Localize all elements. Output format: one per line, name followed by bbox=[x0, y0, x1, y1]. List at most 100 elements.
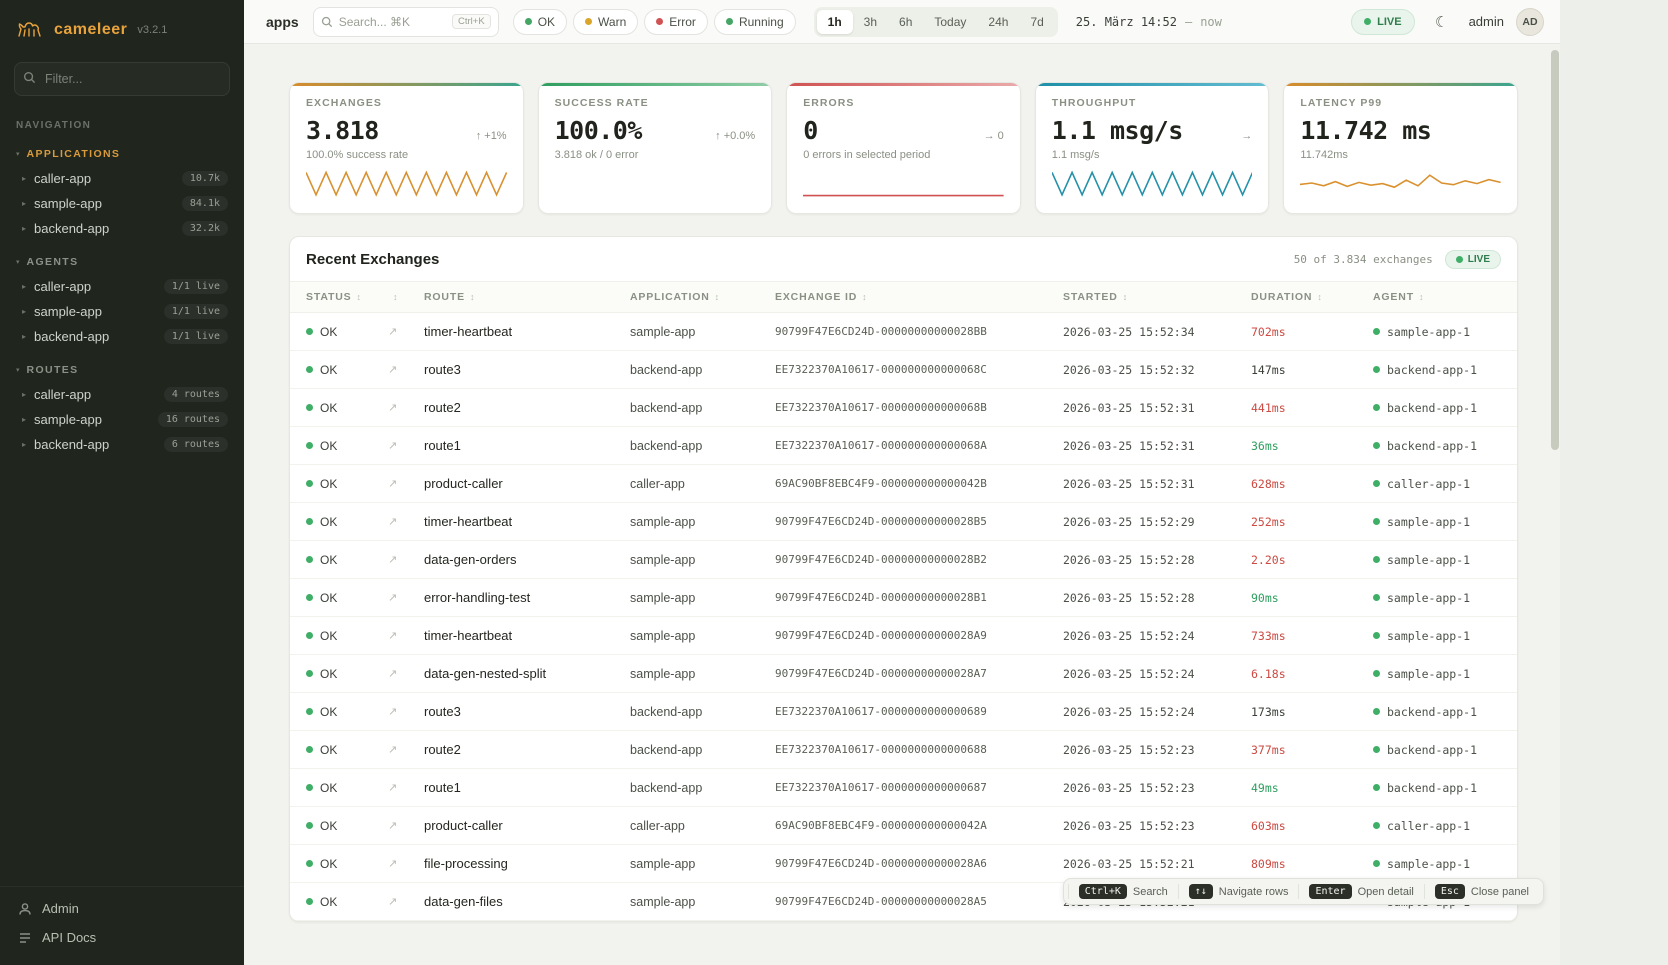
card-value: 3.818 bbox=[306, 116, 379, 145]
status-dot-icon bbox=[525, 18, 532, 25]
table-row[interactable]: OK ↗ product-caller caller-app 69AC90BF8… bbox=[290, 465, 1517, 503]
agent-live-dot-icon bbox=[1373, 518, 1380, 525]
sidebar-item[interactable]: ▸ backend-app 32.2k bbox=[8, 216, 236, 241]
sidebar-item-api-docs[interactable]: API Docs bbox=[18, 930, 226, 945]
time-range-button[interactable]: 3h bbox=[853, 10, 888, 34]
exchange-id-cell: 90799F47E6CD24D-00000000000028B5 bbox=[775, 515, 1063, 528]
chevron-right-icon: ▸ bbox=[22, 307, 26, 316]
table-row[interactable]: OK ↗ route3 backend-app EE7322370A10617-… bbox=[290, 693, 1517, 731]
status-filter-chip[interactable]: Error bbox=[644, 9, 708, 35]
avatar[interactable]: AD bbox=[1516, 8, 1544, 36]
table-row[interactable]: OK ↗ error-handling-test sample-app 9079… bbox=[290, 579, 1517, 617]
time-range-display[interactable]: 25. März 14:52 — now bbox=[1076, 15, 1222, 29]
table-row[interactable]: OK ↗ timer-heartbeat sample-app 90799F47… bbox=[290, 313, 1517, 351]
table-row[interactable]: OK ↗ route3 backend-app EE7322370A10617-… bbox=[290, 351, 1517, 389]
agent-live-dot-icon bbox=[1373, 670, 1380, 677]
status-label: OK bbox=[320, 743, 337, 757]
status-filter-label: Running bbox=[739, 15, 784, 29]
open-detail-icon[interactable]: ↗ bbox=[388, 325, 424, 338]
card-title: LATENCY P99 bbox=[1300, 97, 1501, 109]
section-header-agents[interactable]: ▾ AGENTS bbox=[8, 253, 236, 274]
keyboard-hints: Ctrl+K Search ↑↓ Navigate rows Enter Ope… bbox=[1063, 878, 1544, 905]
status-filter-chip[interactable]: OK bbox=[513, 9, 567, 35]
period-to: now bbox=[1200, 15, 1222, 29]
sidebar-item[interactable]: ▸ sample-app 1/1 live bbox=[8, 299, 236, 324]
open-detail-icon[interactable]: ↗ bbox=[388, 819, 424, 832]
dark-mode-toggle[interactable]: ☾ bbox=[1427, 7, 1457, 37]
panel-live-toggle[interactable]: LIVE bbox=[1445, 250, 1501, 269]
status-filter-chip[interactable]: Running bbox=[714, 9, 796, 35]
hint-label: Open detail bbox=[1358, 886, 1414, 898]
sidebar-item[interactable]: ▸ backend-app 1/1 live bbox=[8, 324, 236, 349]
table-row[interactable]: OK ↗ timer-heartbeat sample-app 90799F47… bbox=[290, 503, 1517, 541]
column-header[interactable]: STATUS ↕ bbox=[306, 291, 388, 303]
section-header-routes[interactable]: ▾ ROUTES bbox=[8, 361, 236, 382]
table-row[interactable]: OK ↗ data-gen-orders sample-app 90799F47… bbox=[290, 541, 1517, 579]
table-row[interactable]: OK ↗ data-gen-nested-split sample-app 90… bbox=[290, 655, 1517, 693]
application-cell: sample-app bbox=[630, 629, 775, 643]
table-row[interactable]: OK ↗ product-caller caller-app 69AC90BF8… bbox=[290, 807, 1517, 845]
exchange-id-cell: EE7322370A10617-0000000000000687 bbox=[775, 781, 1063, 794]
nav-item-label: caller-app bbox=[34, 279, 156, 294]
period-separator: — bbox=[1185, 15, 1192, 29]
table-row[interactable]: OK ↗ route2 backend-app EE7322370A10617-… bbox=[290, 389, 1517, 427]
open-detail-icon[interactable]: ↗ bbox=[388, 401, 424, 414]
live-toggle[interactable]: LIVE bbox=[1351, 9, 1414, 35]
footer-item-label: API Docs bbox=[42, 930, 96, 945]
table-row[interactable]: OK ↗ route1 backend-app EE7322370A10617-… bbox=[290, 427, 1517, 465]
exchange-id-cell: EE7322370A10617-0000000000000689 bbox=[775, 705, 1063, 718]
application-cell: caller-app bbox=[630, 477, 775, 491]
time-range-button[interactable]: Today bbox=[923, 10, 977, 34]
sidebar-item[interactable]: ▸ sample-app 16 routes bbox=[8, 407, 236, 432]
time-range-button[interactable]: 6h bbox=[888, 10, 923, 34]
open-detail-icon[interactable]: ↗ bbox=[388, 667, 424, 680]
sidebar-item[interactable]: ▸ caller-app 1/1 live bbox=[8, 274, 236, 299]
open-detail-icon[interactable]: ↗ bbox=[388, 857, 424, 870]
table-row[interactable]: OK ↗ route1 backend-app EE7322370A10617-… bbox=[290, 769, 1517, 807]
open-detail-icon[interactable]: ↗ bbox=[388, 705, 424, 718]
open-detail-icon[interactable]: ↗ bbox=[388, 515, 424, 528]
time-range-button[interactable]: 7d bbox=[1019, 10, 1054, 34]
sidebar-item[interactable]: ▸ sample-app 84.1k bbox=[8, 191, 236, 216]
column-header[interactable]: DURATION ↕ bbox=[1251, 291, 1373, 303]
agent-live-dot-icon bbox=[1373, 556, 1380, 563]
open-detail-icon[interactable]: ↗ bbox=[388, 591, 424, 604]
sidebar-item[interactable]: ▸ caller-app 10.7k bbox=[8, 166, 236, 191]
section-header-applications[interactable]: ▾ APPLICATIONS bbox=[8, 145, 236, 166]
open-detail-icon[interactable]: ↗ bbox=[388, 363, 424, 376]
status-filter-chip[interactable]: Warn bbox=[573, 9, 638, 35]
global-search[interactable]: Search... ⌘K Ctrl+K bbox=[313, 7, 499, 37]
card-value: 1.1 msg/s bbox=[1052, 116, 1183, 145]
table-row[interactable]: OK ↗ timer-heartbeat sample-app 90799F47… bbox=[290, 617, 1517, 655]
open-detail-icon[interactable]: ↗ bbox=[388, 439, 424, 452]
open-detail-icon[interactable]: ↗ bbox=[388, 895, 424, 908]
column-header[interactable]: EXCHANGE ID ↕ bbox=[775, 291, 1063, 303]
scrollbar-thumb[interactable] bbox=[1551, 50, 1559, 450]
sort-icon: ↕ bbox=[1419, 292, 1424, 302]
sidebar-item[interactable]: ▸ caller-app 4 routes bbox=[8, 382, 236, 407]
sidebar-filter-input[interactable] bbox=[14, 62, 230, 96]
status-label: OK bbox=[320, 895, 337, 909]
sidebar-spacer bbox=[0, 459, 244, 886]
column-header[interactable]: APPLICATION ↕ bbox=[630, 291, 775, 303]
duration-cell: 377ms bbox=[1251, 743, 1373, 757]
open-detail-icon[interactable]: ↗ bbox=[388, 743, 424, 756]
sidebar: cameleer v3.2.1 NAVIGATION ▾ APPLICATION… bbox=[0, 0, 244, 965]
sort-icon: ↕ bbox=[862, 292, 867, 302]
time-range-button[interactable]: 1h bbox=[817, 10, 853, 34]
status-ok-dot-icon bbox=[306, 670, 313, 677]
time-range-button[interactable]: 24h bbox=[977, 10, 1019, 34]
column-header[interactable]: ↕ bbox=[388, 292, 424, 302]
open-detail-icon[interactable]: ↗ bbox=[388, 629, 424, 642]
sidebar-item-admin[interactable]: Admin bbox=[18, 901, 226, 916]
sidebar-item[interactable]: ▸ backend-app 6 routes bbox=[8, 432, 236, 457]
started-cell: 2026-03-25 15:52:32 bbox=[1063, 363, 1251, 377]
column-header[interactable]: ROUTE ↕ bbox=[424, 291, 630, 303]
column-header[interactable]: STARTED ↕ bbox=[1063, 291, 1251, 303]
table-row[interactable]: OK ↗ route2 backend-app EE7322370A10617-… bbox=[290, 731, 1517, 769]
stat-card-errors: ERRORS 0 → 0 0 errors in selected period bbox=[786, 82, 1021, 214]
open-detail-icon[interactable]: ↗ bbox=[388, 553, 424, 566]
column-header[interactable]: AGENT ↕ bbox=[1373, 291, 1501, 303]
open-detail-icon[interactable]: ↗ bbox=[388, 477, 424, 490]
open-detail-icon[interactable]: ↗ bbox=[388, 781, 424, 794]
